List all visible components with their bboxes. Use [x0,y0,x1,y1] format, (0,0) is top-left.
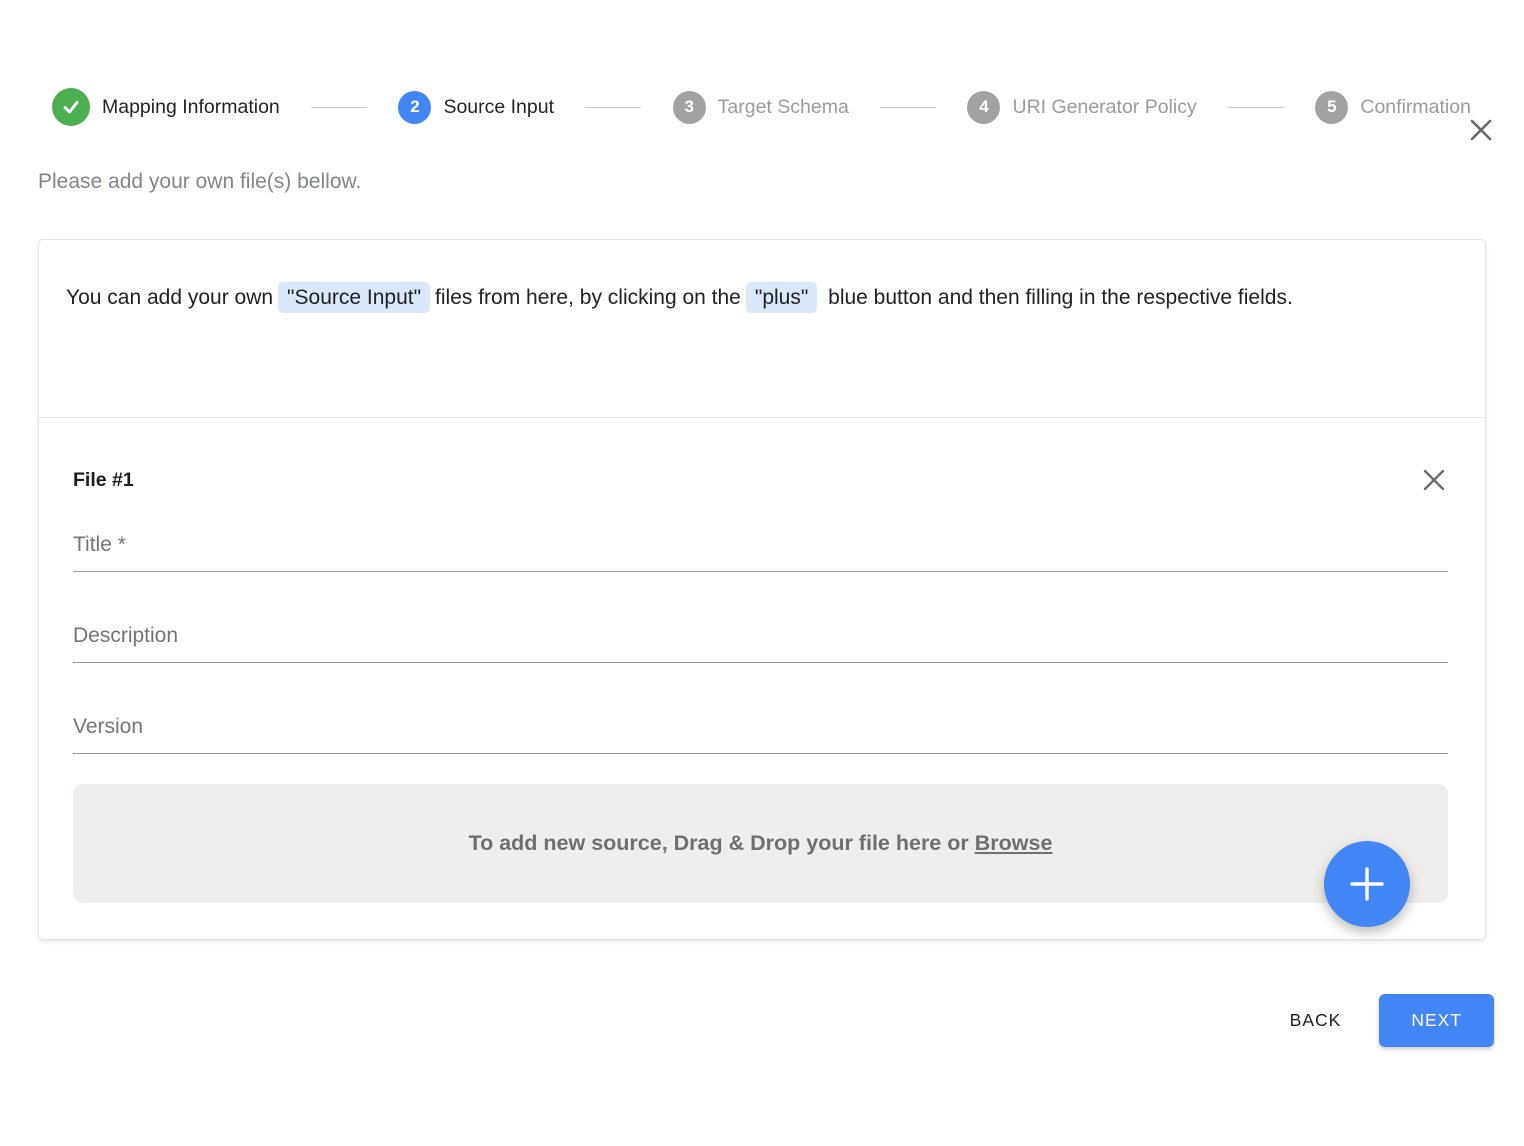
add-file-button[interactable] [1324,841,1410,927]
step-number-badge: 2 [398,91,431,124]
page-subtitle: Please add your own file(s) bellow. [38,170,1524,194]
back-button[interactable]: BACK [1286,1000,1346,1041]
close-icon [1421,467,1447,493]
title-input[interactable] [73,533,1448,572]
description-input[interactable] [73,624,1448,663]
remove-file-button[interactable] [1420,466,1448,494]
file-card-header: File #1 [73,466,1448,494]
info-segment: blue button and then filling in the resp… [828,286,1293,309]
step-number-badge: 3 [673,91,706,124]
stepper-connector [585,107,641,108]
stepper-connector [1228,107,1284,108]
step-label: URI Generator Policy [1012,96,1196,119]
stepper-connector [311,107,367,108]
step-confirmation[interactable]: 5 Confirmation [1315,91,1471,124]
check-icon [52,88,90,126]
browse-link[interactable]: Browse [975,831,1053,855]
close-icon [1467,116,1495,144]
file-card: File #1 To add new source, Drag & Drop y… [39,417,1485,903]
next-button[interactable]: NEXT [1379,994,1494,1047]
file-card-title: File #1 [73,469,134,492]
step-label: Confirmation [1360,96,1471,119]
step-mapping-information[interactable]: Mapping Information [52,88,280,126]
dropzone-text: To add new source, Drag & Drop your file… [469,831,1053,856]
plus-icon [1348,865,1386,903]
step-source-input[interactable]: 2 Source Input [398,91,554,124]
step-uri-generator-policy[interactable]: 4 URI Generator Policy [967,91,1196,124]
info-segment: You can add your own [66,286,273,309]
version-input[interactable] [73,715,1448,754]
source-input-panel: You can add your own"Source Input"files … [38,239,1486,940]
dialog-close-button[interactable] [1465,114,1497,146]
source-input-chip: "Source Input" [278,282,430,313]
info-segment: files from here, by clicking on the [435,286,741,309]
wizard-dialog: Mapping Information 2 Source Input 3 Tar… [0,88,1524,1047]
step-label: Source Input [443,96,554,119]
step-number-badge: 4 [967,91,1000,124]
step-label: Mapping Information [102,96,280,119]
dropzone-text-segment: To add new source, Drag & Drop your file… [469,831,969,855]
wizard-stepper: Mapping Information 2 Source Input 3 Tar… [52,88,1471,126]
info-section: You can add your own"Source Input"files … [39,240,1485,417]
step-label: Target Schema [718,96,849,119]
step-target-schema[interactable]: 3 Target Schema [673,91,849,124]
stepper-connector [880,107,936,108]
step-number-badge: 5 [1315,91,1348,124]
plus-chip: "plus" [746,282,817,313]
footer-actions: BACK NEXT [0,994,1494,1047]
file-dropzone[interactable]: To add new source, Drag & Drop your file… [73,784,1448,903]
info-text: You can add your own"Source Input"files … [66,279,1458,317]
